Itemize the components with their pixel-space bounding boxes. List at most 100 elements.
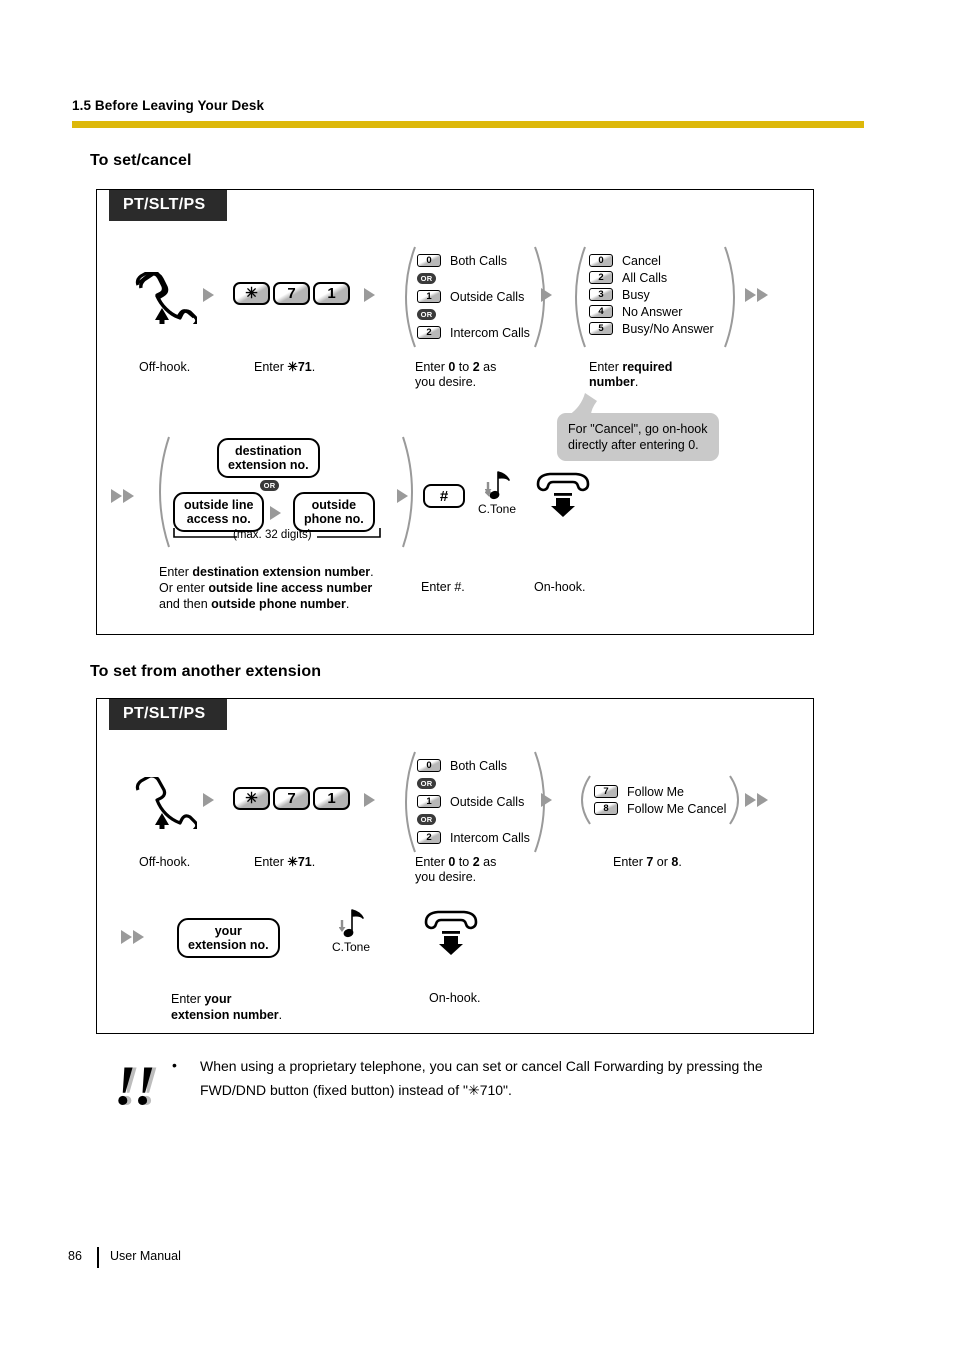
dc-e: outside line access number [208,581,373,595]
key-star[interactable]: ✳ [233,787,270,810]
g1c2-l2: you desire. [415,870,477,884]
key-1[interactable]: 1 [313,282,350,305]
follow-me-caption: Enter 7 or 8. [613,855,682,870]
off-hook-caption-1: Off-hook. [139,360,191,374]
kc2-suf: . [311,855,316,869]
ye-line1: your [214,924,242,938]
option-row[interactable]: 0 Cancel [589,252,714,269]
option-group-call-type-1: 0 Both Calls OR 1 Outside Calls OR 2 Int… [403,246,547,348]
g1c-l2: you desire. [415,375,477,389]
option-group-follow-me: 7 Follow Me 8 Follow Me Cancel [578,775,742,825]
page-header: 1.5 Before Leaving Your Desk [72,98,872,113]
option-key[interactable]: 7 [594,785,618,798]
outside-phone-box[interactable]: outside phone no. [293,492,375,532]
option-key[interactable]: 3 [589,288,613,301]
or-badge: OR [417,309,436,320]
yc-c: extension number [171,1008,279,1022]
option-label: Follow Me Cancel [627,801,727,816]
flow-arrow-double-icon [111,489,134,503]
option-row[interactable]: 0 Both Calls [417,252,530,269]
g1c-a: Enter [415,360,449,374]
option-key[interactable]: 5 [589,322,613,335]
option-label: Follow Me [627,784,684,799]
on-hook-icon [422,910,480,961]
g2c-l2s: . [634,375,639,389]
flow-arrow-icon [203,793,214,807]
dest-caption: Enter destination extension number. Or e… [159,564,374,612]
option-key[interactable]: 0 [417,759,441,772]
option-label: Cancel [622,253,661,268]
kc-pre: Enter [254,360,288,374]
flow-arrow-icon [203,288,214,302]
option-row[interactable]: 7 Follow Me [594,783,726,800]
callout-line1: For "Cancel", go on-hook [568,422,708,436]
option-key[interactable]: 8 [594,802,618,815]
cancel-callout: For "Cancel", go on-hook directly after … [557,393,719,461]
option-key[interactable]: 0 [589,254,613,267]
your-extension-box[interactable]: your extension no. [177,918,280,958]
option-label: Both Calls [450,758,507,773]
key-star[interactable]: ✳ [233,282,270,305]
callout-line2: directly after entering 0. [568,438,699,452]
g2c-b: required [622,360,673,374]
option-row[interactable]: 5 Busy/No Answer [589,320,714,337]
option-key[interactable]: 2 [417,831,441,844]
option-key[interactable]: 1 [417,290,441,303]
option-row[interactable]: 1 Outside Calls [417,288,530,305]
diagram-set-cancel: PT/SLT/PS Off-hook. ✳ 7 1 Enter ✳71. 0 B… [96,189,814,635]
footer-label: User Manual [110,1249,181,1263]
dc-f: and then [159,597,212,611]
keys-caption-2: Enter ✳71. [254,855,315,870]
dest-line2: extension no. [228,458,309,472]
option-row[interactable]: 3 Busy [589,286,714,303]
kc-suf: . [311,360,316,374]
key-7[interactable]: 7 [273,787,310,810]
option-key[interactable]: 2 [417,326,441,339]
option-key[interactable]: 0 [417,254,441,267]
page-number: 86 [68,1249,82,1263]
option-row[interactable]: 1 Outside Calls [417,793,530,810]
keypad-71-group-1: ✳ 7 1 [233,282,350,305]
footer-divider [97,1247,99,1268]
outside-line-access-box[interactable]: outside line access no. [173,492,265,532]
option-row[interactable]: 4 No Answer [589,303,714,320]
key-hash[interactable]: # [423,484,465,508]
flow-arrow-icon [270,506,281,520]
option-key[interactable]: 1 [417,795,441,808]
max-digits-label: (max. 32 digits) [233,529,312,541]
destination-option-group: destination extension no. OR outside lin… [157,436,415,548]
key-7[interactable]: 7 [273,282,310,305]
option-key[interactable]: 2 [589,271,613,284]
on-hook-caption-2: On-hook. [429,991,481,1005]
dc-d: Or enter [159,581,209,595]
flow-arrow-icon [541,793,552,807]
flow-arrow-double-icon [121,930,144,944]
option-row[interactable]: 2 All Calls [589,269,714,286]
key-1[interactable]: 1 [313,787,350,810]
flow-arrow-icon [397,489,408,503]
destination-extension-box[interactable]: destination extension no. [217,438,320,478]
fm-a: Enter [613,855,647,869]
g1c2-e: as [479,855,497,869]
ctone-label: C.Tone [478,502,517,516]
option-row[interactable]: 8 Follow Me Cancel [594,800,726,817]
group1-caption-2: Enter 0 to 2 as you desire. [415,855,496,885]
ye-line2: extension no. [188,938,269,952]
option-label: Both Calls [450,253,507,268]
sub-heading-set-another: To set from another extension [90,663,322,680]
option-label: Busy [622,287,650,302]
option-row[interactable]: 2 Intercom Calls [417,829,530,846]
option-row[interactable]: 2 Intercom Calls [417,324,530,341]
g1c-d: 2 [472,360,480,374]
option-row[interactable]: 0 Both Calls [417,757,530,774]
group2-caption-1: Enter required number. [589,360,672,390]
note-line1: When using a proprietary telephone, you … [200,1058,763,1074]
option-key[interactable]: 4 [589,305,613,318]
yc-a: Enter [171,992,205,1006]
or-badge: OR [260,480,279,491]
or-badge: OR [417,814,436,825]
flow-arrow-icon [541,288,552,302]
yc-b: your [204,992,232,1006]
g1c-c: to [455,360,473,374]
op-line2: phone no. [304,512,364,526]
